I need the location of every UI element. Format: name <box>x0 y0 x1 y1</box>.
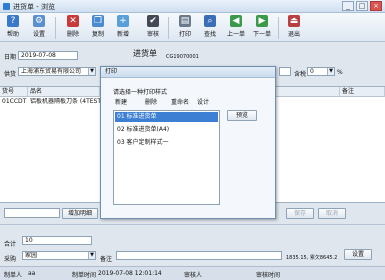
save-button[interactable]: 保存 <box>286 208 314 219</box>
remark-label: 备注 <box>100 256 113 263</box>
total-label: 合计 <box>4 241 17 248</box>
tax-value: 0 <box>310 68 314 75</box>
audit-icon: ✔ <box>147 15 159 27</box>
status-bar: 制单人 aa 制单时间 2019-07-08 12:01:14 审核人 审核时间 <box>0 266 385 280</box>
field-right-b[interactable] <box>279 67 291 76</box>
settle-value: 家园 <box>25 252 38 259</box>
total-field[interactable]: 10 <box>22 236 92 245</box>
add-detail-button[interactable]: 增加明细 <box>62 208 98 219</box>
date-label: 日期 <box>4 54 17 61</box>
detail-input[interactable] <box>4 208 60 218</box>
print-button[interactable]: ▤ 打印 <box>174 15 196 41</box>
settle-label: 采购 <box>4 256 17 263</box>
created-time-value: 2019-07-08 12:01:14 <box>98 270 162 277</box>
column-header-name[interactable]: 品名 <box>28 87 100 97</box>
settle-dropdown-icon[interactable]: ▼ <box>88 252 95 259</box>
tab-delete[interactable]: 删除 <box>145 97 157 106</box>
audit-time-label: 审核时间 <box>256 272 281 279</box>
audit-button[interactable]: ✔ 审核 <box>142 15 164 41</box>
tax-unit: % <box>337 69 343 76</box>
column-header-code[interactable]: 货号 <box>0 87 28 97</box>
gear-icon: ⚙ <box>33 15 45 27</box>
prev-record-button[interactable]: ◀ 上一单 <box>225 15 247 41</box>
created-time-label: 制单时间 <box>72 272 97 279</box>
list-item[interactable]: 03 客户定制样式一 <box>115 138 218 148</box>
dialog-prompt: 请选择一种打印样式 <box>113 89 168 96</box>
supplier-label: 供货 <box>4 71 17 78</box>
preview-button[interactable]: 预览 <box>227 110 257 121</box>
exit-button[interactable]: ⏏ 退出 <box>283 15 305 41</box>
settle-field[interactable]: 家园 <box>22 251 96 260</box>
toolbar: ? 帮助 ⚙ 设置 ✕ 删除 ❐ 复制 + 新增 ✔ 审核 ▤ 打印 ⌕ 查找 ◀ 上一单 ▶ 下一… <box>0 13 385 42</box>
total-value: 10 <box>25 237 33 244</box>
creator-label: 制单人 <box>4 272 23 279</box>
tab-rename[interactable]: 重命名 <box>171 97 189 106</box>
help-button[interactable]: ? 帮助 <box>2 15 24 41</box>
supplier-field[interactable]: 上海浦东贸易有限公司 <box>18 67 96 76</box>
next-icon: ▶ <box>256 15 268 27</box>
settle-settings-button[interactable]: 设置 <box>344 249 372 260</box>
print-dialog: 打印 请选择一种打印样式 新建 删除 重命名 设计 01 标准进货单 02 标准… <box>100 66 276 219</box>
maximize-button[interactable]: □ <box>356 1 368 11</box>
toolbar-separator <box>168 17 169 39</box>
doc-number: CG19070001 <box>166 54 199 60</box>
supplier-value: 上海浦东贸易有限公司 <box>21 68 82 75</box>
exit-icon: ⏏ <box>288 15 300 27</box>
creator-value: aa <box>28 270 36 277</box>
new-button[interactable]: + 新增 <box>112 15 134 41</box>
find-icon: ⌕ <box>204 15 216 27</box>
help-icon: ? <box>7 15 19 27</box>
tab-new[interactable]: 新建 <box>115 97 127 106</box>
prev-icon: ◀ <box>230 15 242 27</box>
list-item[interactable]: 02 标准进货单(A4) <box>115 125 218 135</box>
list-item[interactable]: 01 标准进货单 <box>115 112 218 122</box>
cell-name[interactable]: 铝板机器隔板刀条 (4TEST <box>28 98 100 107</box>
toolbar-separator <box>55 17 56 39</box>
column-header-remark[interactable]: 备注 <box>340 87 385 97</box>
form-title: 进货单 <box>133 49 157 58</box>
delete-button[interactable]: ✕ 删除 <box>62 15 84 41</box>
title-bar: 进货单 - 浏览 _ □ × <box>0 0 385 13</box>
copy-icon: ❐ <box>92 15 104 27</box>
tax-label: 含税 <box>294 71 307 78</box>
print-style-list[interactable]: 01 标准进货单 02 标准进货单(A4) 03 客户定制样式一 <box>113 110 220 205</box>
date-field[interactable]: 2019-07-08 <box>18 51 78 60</box>
settings-button[interactable]: ⚙ 设置 <box>28 15 50 41</box>
find-button[interactable]: ⌕ 查找 <box>199 15 221 41</box>
auditor-label: 审核人 <box>184 272 203 279</box>
tab-design[interactable]: 设计 <box>197 97 209 106</box>
window-title: 进货单 - 浏览 <box>13 3 55 11</box>
dialog-title: 打印 <box>101 67 275 78</box>
cancel-button[interactable]: 取消 <box>318 208 346 219</box>
supplier-dropdown-icon[interactable]: ▼ <box>88 68 95 75</box>
cell-code[interactable]: 01CCDT <box>0 98 28 107</box>
new-icon: + <box>117 15 129 27</box>
toolbar-separator <box>278 17 279 39</box>
delete-icon: ✕ <box>67 15 79 27</box>
next-record-button[interactable]: ▶ 下一单 <box>251 15 273 41</box>
print-icon: ▤ <box>179 15 191 27</box>
minimize-button[interactable]: _ <box>342 1 354 11</box>
close-button[interactable]: × <box>370 1 382 11</box>
tax-dropdown-icon[interactable]: ▼ <box>327 68 334 75</box>
app-icon <box>3 3 10 10</box>
balance-summary: 1835.15, 累欠8645.2 <box>286 255 338 261</box>
remark-field[interactable] <box>116 251 282 260</box>
divider <box>0 224 385 225</box>
copy-button[interactable]: ❐ 复制 <box>87 15 109 41</box>
